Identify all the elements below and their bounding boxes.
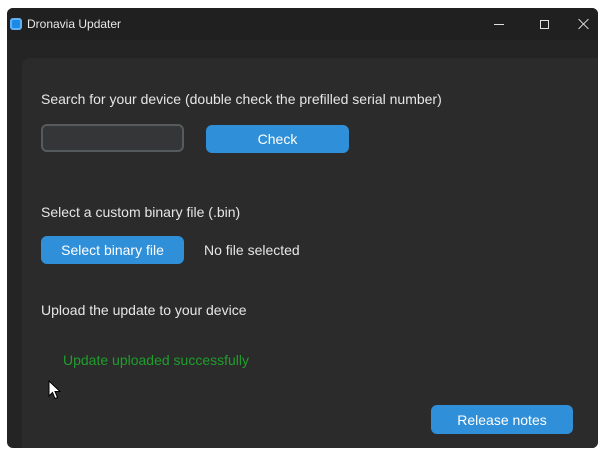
serial-number-input[interactable] [41,124,184,152]
release-notes-button[interactable]: Release notes [431,405,573,434]
window-title: Dronavia Updater [27,17,122,31]
mouse-cursor-icon [48,380,62,400]
close-button[interactable] [564,8,598,40]
maximize-button[interactable] [524,8,564,40]
search-label: Search for your device (double check the… [41,91,442,107]
main-panel: Search for your device (double check the… [22,58,598,448]
maximize-icon [539,19,549,29]
minimize-button[interactable] [479,8,519,40]
app-icon [10,18,22,30]
binary-file-label: Select a custom binary file (.bin) [41,204,241,220]
upload-label: Upload the update to your device [41,302,247,318]
title-bar[interactable]: Dronavia Updater [7,8,598,40]
app-window: Dronavia Updater Search for your device … [7,8,598,448]
upload-status-text: Update uploaded successfully [63,352,250,368]
check-button[interactable]: Check [206,125,349,153]
close-icon [578,18,590,30]
select-binary-file-button[interactable]: Select binary file [41,236,184,264]
minimize-icon [494,23,504,25]
file-status-text: No file selected [204,242,300,258]
